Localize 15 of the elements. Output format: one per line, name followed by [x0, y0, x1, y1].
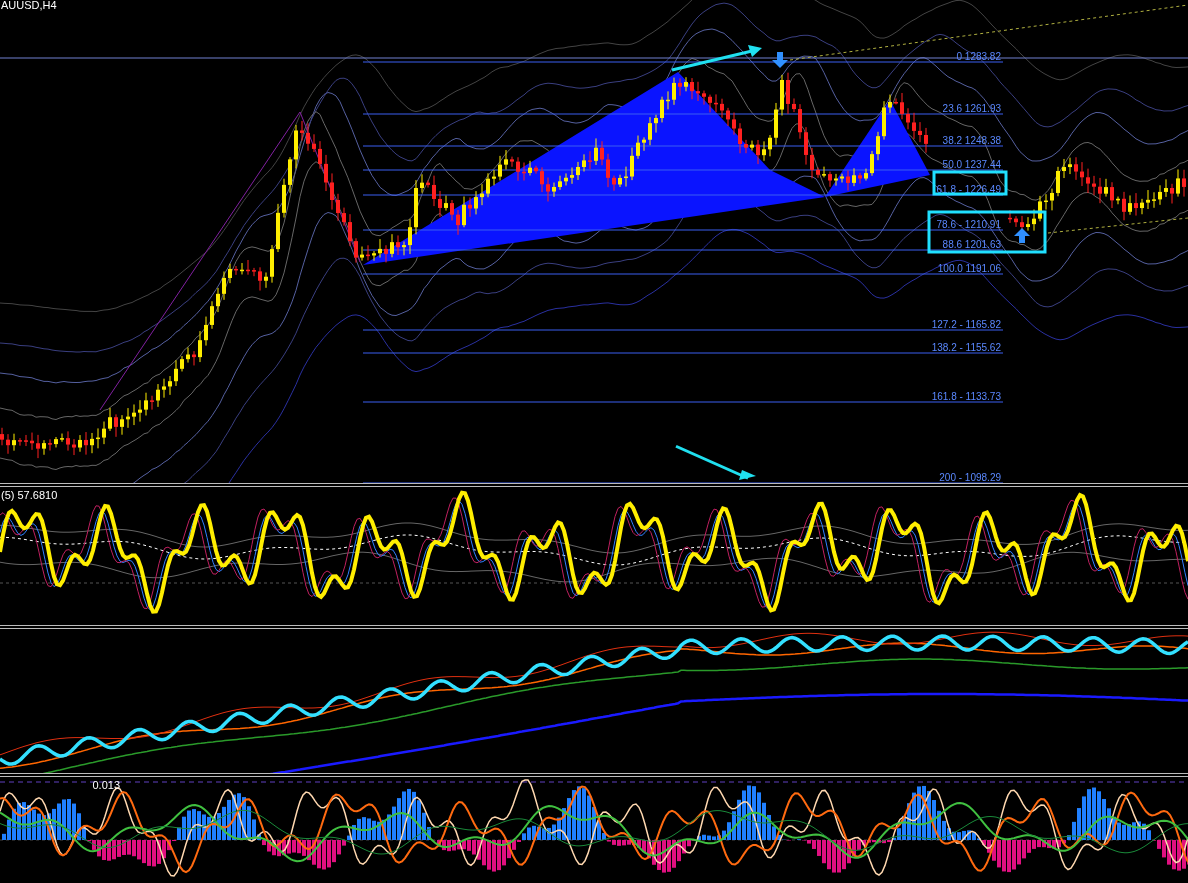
fib-level-label: 50.0 1237.44: [942, 159, 1001, 170]
fib-level-label: 23.6 1261.93: [942, 103, 1001, 114]
indicator-label: (5) 57.6810: [1, 489, 58, 501]
fib-level-label: 161.8 - 1133.73: [931, 391, 1001, 402]
fib-level-label: 88.6 1201.63: [942, 239, 1001, 250]
fib-level-label: 38.2 1248.38: [942, 135, 1001, 146]
fib-level-label: 100.0 1191.06: [937, 263, 1001, 274]
fib-level-label: 138.2 - 1155.62: [931, 342, 1001, 353]
fib-level-label: 61.8 - 1226.49: [936, 184, 1001, 195]
indicator-label: 0.013: [92, 779, 120, 791]
fib-level-label: 78.6 - 1210.91: [936, 219, 1001, 230]
fib-level-label: 0 1283.82: [956, 51, 1001, 62]
symbol-label: AUUSD,H4: [1, 0, 57, 11]
fib-level-label: 200 - 1098.29: [939, 472, 1001, 483]
fib-level-label: 127.2 - 1165.82: [931, 319, 1001, 330]
